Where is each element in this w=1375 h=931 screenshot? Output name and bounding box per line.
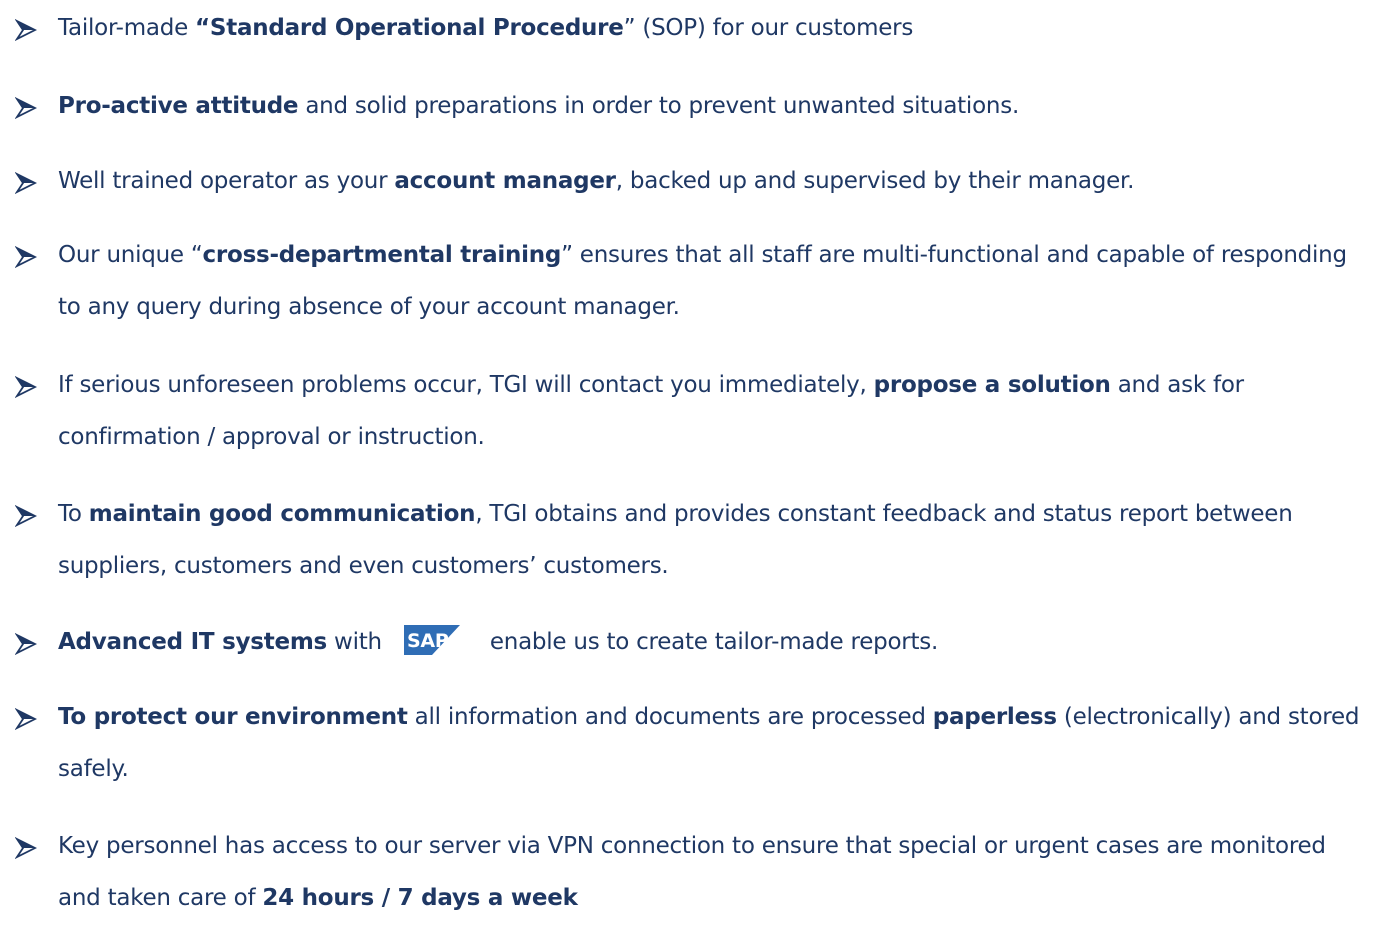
arrowhead-bullet-icon <box>15 246 37 268</box>
list-item-text: Advanced IT systems with SAP enable us to … <box>58 616 1368 668</box>
list-item-text: To protect our environment all informati… <box>58 704 1360 782</box>
list-item-text: To maintain good communication, TGI obta… <box>58 501 1293 579</box>
arrowhead-bullet-icon <box>15 505 37 527</box>
list-item-text: Key personnel has access to our server v… <box>58 833 1326 911</box>
feature-list: Tailor-made “Standard Operational Proced… <box>0 0 1375 931</box>
sap-logo: SAP <box>403 624 460 655</box>
arrowhead-bullet-icon <box>15 376 37 398</box>
arrowhead-bullet-icon <box>15 97 37 119</box>
arrowhead-bullet-icon <box>15 19 37 41</box>
arrowhead-bullet-icon <box>15 837 37 859</box>
arrowhead-bullet-icon <box>15 633 37 655</box>
arrowhead-bullet-icon <box>15 172 37 194</box>
arrowhead-bullet-icon <box>15 708 37 730</box>
sap-logo-text: SAP <box>407 630 449 652</box>
list-item-text: Pro-active attitude and solid preparatio… <box>58 93 1020 119</box>
list-item-text: Well trained operator as your account ma… <box>58 168 1135 194</box>
list-item-text: Tailor-made “Standard Operational Proced… <box>58 15 914 41</box>
list-item-text: If serious unforeseen problems occur, TG… <box>58 372 1244 450</box>
list-item-text: Our unique “cross-departmental training”… <box>58 242 1347 320</box>
